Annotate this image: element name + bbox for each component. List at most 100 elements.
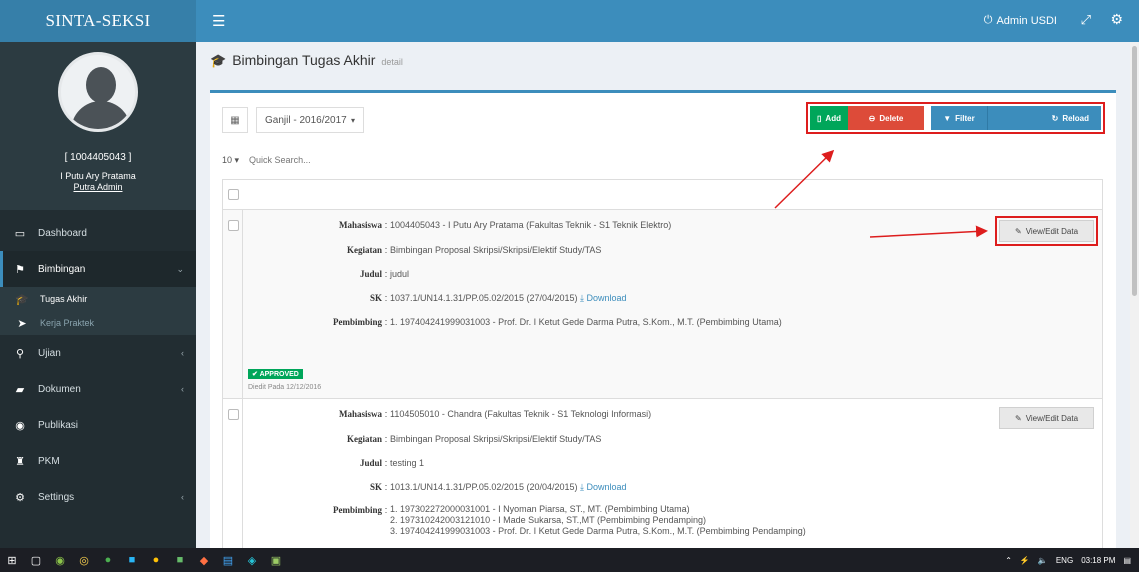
view-edit-button[interactable]: ✎ View/Edit Data [999,407,1094,429]
chevron-up-icon[interactable]: ⌃ [1005,556,1012,565]
add-button[interactable]: ▯ Add [810,106,848,130]
pin-icon: ⚲ [15,347,25,360]
task-view-icon[interactable]: ▢ [24,548,48,572]
sidebar-item-ujian[interactable]: ⚲ Ujian ‹ [0,335,196,371]
page-header: 🎓 Bimbingan Tugas Akhir detail [210,52,403,69]
delete-button[interactable]: ⊖ Delete [848,106,924,130]
word-icon[interactable]: ▤ [216,548,240,572]
semester-value: Ganjil - 2016/2017 [265,114,347,126]
status-badge-label: APPROVED [259,371,299,378]
scrollbar-thumb[interactable] [1132,46,1137,296]
caret-down-icon: ▾ [350,115,355,125]
hamburger-menu-icon[interactable]: ☰ [212,12,225,30]
sidebar-item-tugas-akhir[interactable]: 🎓 Tugas Akhir [0,287,196,311]
app-icon[interactable]: ◆ [192,548,216,572]
trophy-icon: ♜ [15,455,25,468]
page-length-select[interactable]: 10 ▾ [222,155,239,166]
volume-icon[interactable]: 🔈 [1038,556,1048,565]
colon: : [384,220,388,230]
page-title: Bimbingan Tugas Akhir [232,52,376,68]
label-judul: Judul [359,458,382,468]
value-mahasiswa: 1004405043 - I Putu Ary Pratama (Fakulta… [390,220,672,230]
clock[interactable]: 03:18 PM [1081,556,1115,565]
user-name: I Putu Ary Pratama Putra Admin [50,171,146,193]
paper-plane-icon: ➤ [17,317,27,330]
list-item: Mahasiswa:1104505010 - Chandra (Fakultas… [223,399,1102,550]
colon: : [384,458,388,468]
chevron-down-icon: ⌄ [176,263,184,274]
graduation-cap-icon: 🎓 [15,293,29,306]
filter-button[interactable]: ▼ Filter [931,106,987,130]
user-name-sub[interactable]: Putra Admin [60,182,136,193]
fullscreen-icon[interactable]: ⤢ [1081,12,1091,28]
row-checkbox[interactable] [228,220,239,231]
value-judul: judul [390,269,410,279]
row-checkbox[interactable] [228,409,239,420]
list-header [223,180,1102,210]
power-icon: ⏻ [983,14,993,26]
windows-start-icon[interactable]: ⊞ [0,548,24,572]
scrollbar[interactable] [1130,42,1139,548]
app-icon[interactable]: ● [144,548,168,572]
app-icon[interactable]: ◈ [240,548,264,572]
field-sk: SK:1013.1/UN14.1.31/PP.05.02/2015 (20/04… [245,481,627,493]
app-icon[interactable]: ● [96,548,120,572]
label-pembimbing: Pembimbing [332,505,382,515]
system-tray: ⌃ ⚡ 🔈 ENG 03:18 PM ▤ [1005,556,1139,565]
chevron-left-icon: ‹ [181,384,184,394]
sidebar-item-label: PKM [38,455,60,467]
sidebar-item-bimbingan[interactable]: ⚑ Bimbingan ⌄ [0,251,196,287]
list-item: Mahasiswa:1004405043 - I Putu Ary Pratam… [223,210,1102,399]
app-icon[interactable]: ◉ [48,548,72,572]
download-link[interactable]: ⤓ Download [580,482,627,492]
view-edit-label: View/Edit Data [1025,226,1079,236]
sidebar-item-dokumen[interactable]: ▰ Dokumen ‹ [0,371,196,407]
pencil-icon: ✎ [1014,226,1022,236]
admin-label: Admin USDI [996,14,1057,27]
app-icon[interactable]: ■ [168,548,192,572]
user-panel: [ 1004405043 ] I Putu Ary Pratama Putra … [0,42,196,210]
field-sk: SK:1037.1/UN14.1.31/PP.05.02/2015 (27/04… [245,292,627,304]
sidebar-item-dashboard[interactable]: ▭ Dashboard [0,215,196,251]
colon: : [384,505,388,515]
quick-search-input[interactable] [249,151,410,169]
download-label: Download [586,482,627,492]
view-edit-label: View/Edit Data [1025,413,1079,423]
minus-circle-icon: ⊖ [868,113,876,123]
view-edit-button[interactable]: ✎ View/Edit Data [995,216,1098,246]
semester-select[interactable]: Ganjil - 2016/2017 ▾ [256,107,364,133]
cogs-icon: ⚙ [15,491,25,504]
brand-logo[interactable]: SINTA-SEKSI [0,0,196,42]
filter-button-label: Filter [955,113,975,123]
network-icon[interactable]: ⚡ [1020,556,1030,565]
colon: : [384,245,388,255]
admin-user-menu[interactable]: ⏻ Admin USDI [984,14,1057,27]
divider [242,399,243,550]
user-name-text: I Putu Ary Pratama [60,171,136,181]
gear-icon[interactable]: ⚙ [1110,11,1123,28]
download-link[interactable]: ⤓ Download [580,293,627,303]
chrome-icon[interactable]: ◎ [72,548,96,572]
field-mahasiswa: Mahasiswa:1104505010 - Chandra (Fakultas… [245,408,651,420]
chevron-left-icon: ‹ [181,348,184,358]
sidebar-item-kerja-praktek[interactable]: ➤ Kerja Praktek [0,311,196,335]
label-kegiatan: Kegiatan [347,434,382,444]
colon: : [384,409,388,419]
colon: : [384,317,388,327]
sidebar-item-pkm[interactable]: ♜ PKM [0,443,196,479]
topbar: ☰ ⏻ Admin USDI ⤢ ⚙ [196,0,1139,42]
field-mahasiswa: Mahasiswa:1004405043 - I Putu Ary Pratam… [245,219,671,231]
label-judul: Judul [359,269,382,279]
sidebar-item-settings[interactable]: ⚙ Settings ‹ [0,479,196,515]
language-indicator[interactable]: ENG [1056,556,1073,565]
download-icon: ⤓ [580,482,584,492]
sidebar-menu: ▭ Dashboard ⚑ Bimbingan ⌄ 🎓 Tugas Akhir ➤ Ker… [0,215,196,515]
reload-button[interactable]: ↻ Reload [987,106,1101,130]
sidebar-item-publikasi[interactable]: ◉ Publikasi [0,407,196,443]
app-icon[interactable]: ▣ [264,548,288,572]
notification-icon[interactable]: ▤ [1123,556,1131,565]
colon: : [384,434,388,444]
app-icon[interactable]: ■ [120,548,144,572]
value-kegiatan: Bimbingan Proposal Skripsi/Skripsi/Elekt… [390,434,602,444]
select-all-checkbox[interactable] [228,189,239,200]
